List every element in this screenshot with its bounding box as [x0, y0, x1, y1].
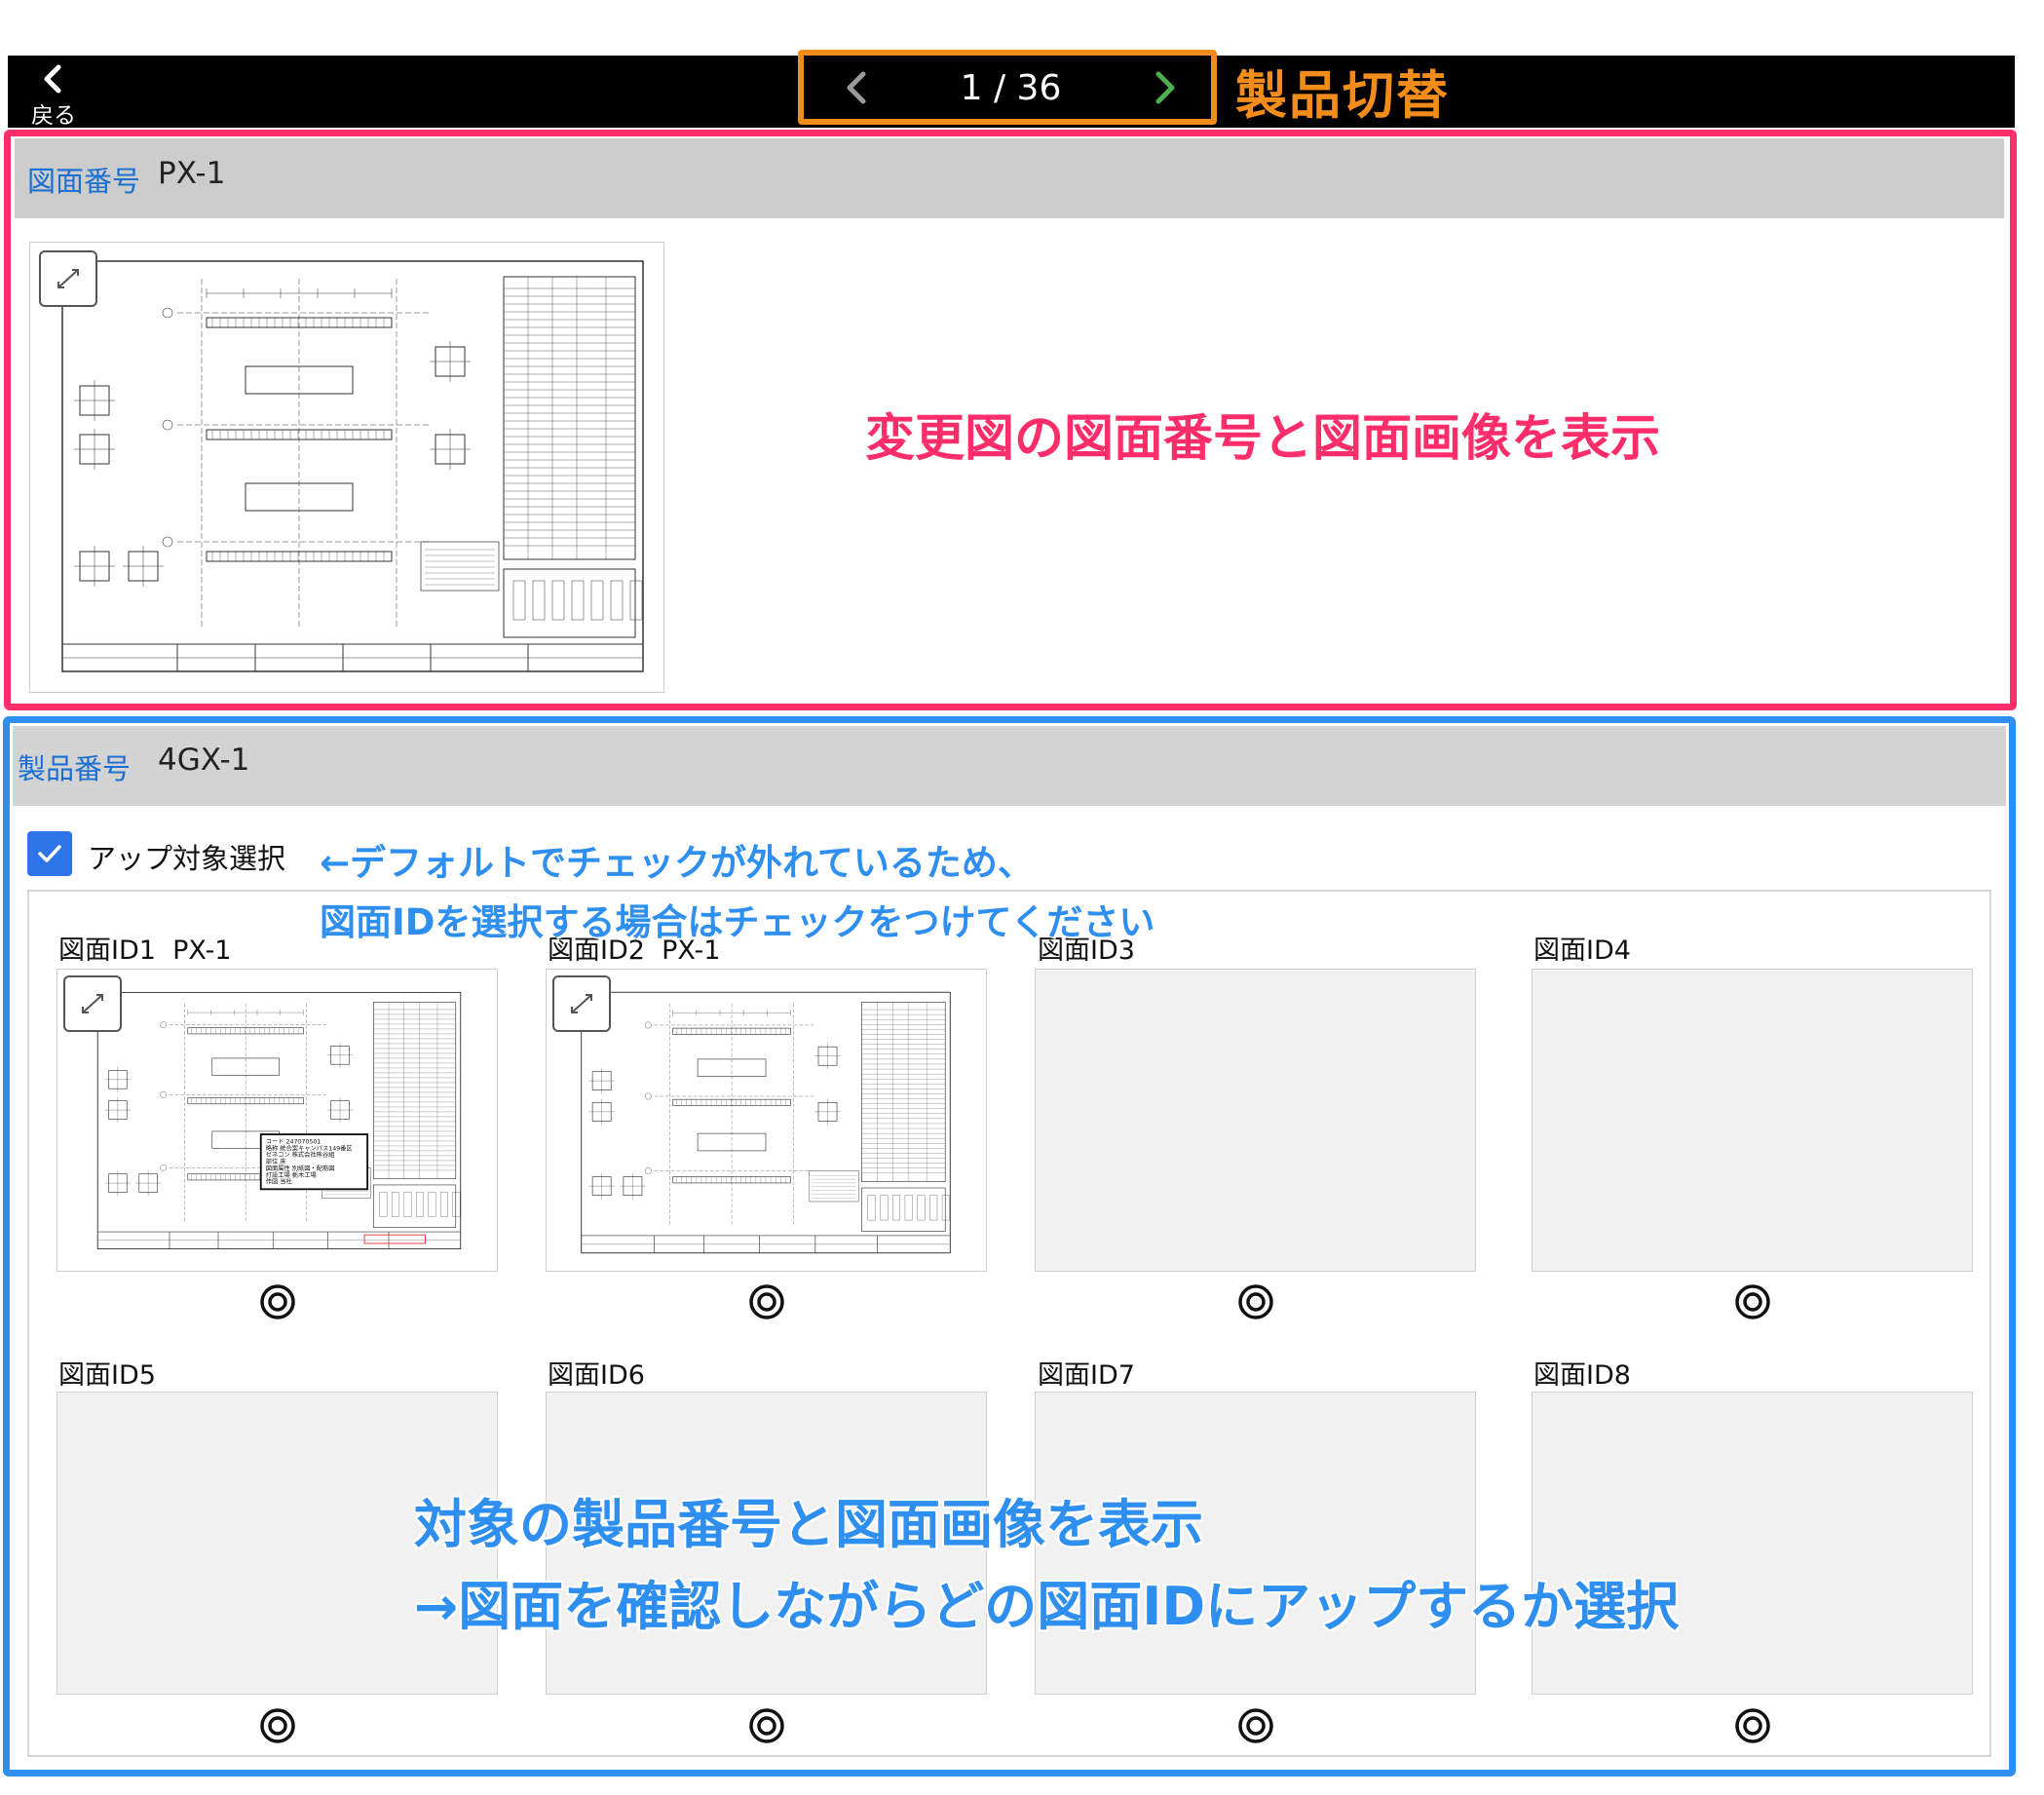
slot-label-8: 図面ID8 [1533, 1360, 1631, 1391]
product-annotation-line-2: →図面を確認しながらどの図面IDにアップするか選択 [414, 1576, 1680, 1637]
expand-icon[interactable] [39, 250, 97, 307]
chevron-right-icon[interactable] [1143, 66, 1186, 109]
drawing-slot-2[interactable] [546, 969, 987, 1272]
radio-icon[interactable] [1734, 1283, 1771, 1320]
page-counter: 1 / 36 [960, 68, 1062, 108]
slot-label-6: 図面ID6 [548, 1360, 645, 1391]
stamp-text: コード 247070501 [266, 1137, 322, 1145]
product-number-header [13, 726, 2006, 806]
drawing-number-header [15, 138, 2004, 218]
product-number-key: 製品番号 [18, 752, 132, 785]
drawing-number-value: PX-1 [158, 156, 226, 191]
expand-icon[interactable] [552, 975, 611, 1032]
check-icon [38, 845, 61, 862]
checkbox-note-line-2: 図面IDを選択する場合はチェックをつけてください [320, 901, 1155, 943]
radio-icon[interactable] [748, 1707, 785, 1744]
drawing-slot-1[interactable]: コード 247070501 略称 統合案キャンパス149番区 ゼネコン 株式会社熊谷… [57, 969, 498, 1272]
upload-target-checkbox[interactable] [27, 831, 72, 876]
chevron-left-icon[interactable] [39, 64, 68, 94]
slot-label-7: 図面ID7 [1038, 1360, 1135, 1391]
radio-icon[interactable] [259, 1707, 296, 1744]
expand-icon[interactable] [63, 975, 122, 1032]
chevron-left-icon[interactable] [836, 66, 879, 109]
product-annotation-line-1: 対象の製品番号と図面画像を表示 [414, 1494, 1203, 1555]
radio-icon[interactable] [259, 1283, 296, 1320]
radio-icon[interactable] [748, 1283, 785, 1320]
slot-label-5: 図面ID5 [58, 1360, 156, 1391]
product-switch-annotation: 製品切替 [1235, 66, 1450, 126]
radio-icon[interactable] [1734, 1707, 1771, 1744]
drawing-slot-8[interactable] [1532, 1392, 1973, 1695]
slot-label-1: 図面ID1 PX-1 [58, 936, 232, 966]
changed-drawing-annotation: 変更図の図面番号と図面画像を表示 [865, 410, 1661, 468]
back-label: 戻る [31, 103, 76, 129]
drawing-image [581, 991, 951, 1254]
radio-icon[interactable] [1237, 1283, 1274, 1320]
drawing-slot-3[interactable] [1035, 969, 1476, 1272]
drawing-number-key: 図面番号 [27, 165, 141, 198]
upload-target-label: アップ対象選択 [88, 842, 286, 875]
drawing-slot-4[interactable] [1532, 969, 1973, 1272]
slot-label-4: 図面ID4 [1533, 936, 1631, 966]
radio-icon[interactable] [1237, 1707, 1274, 1744]
product-number-value: 4GX-1 [158, 743, 250, 778]
drawing-image [61, 260, 644, 672]
checkbox-note-line-1: ←デフォルトでチェックが外れているため、 [320, 842, 1034, 884]
drawing-image: コード 247070501略称 統合案キャンパス149番区ゼネコン 株式会社熊谷… [96, 991, 462, 1250]
